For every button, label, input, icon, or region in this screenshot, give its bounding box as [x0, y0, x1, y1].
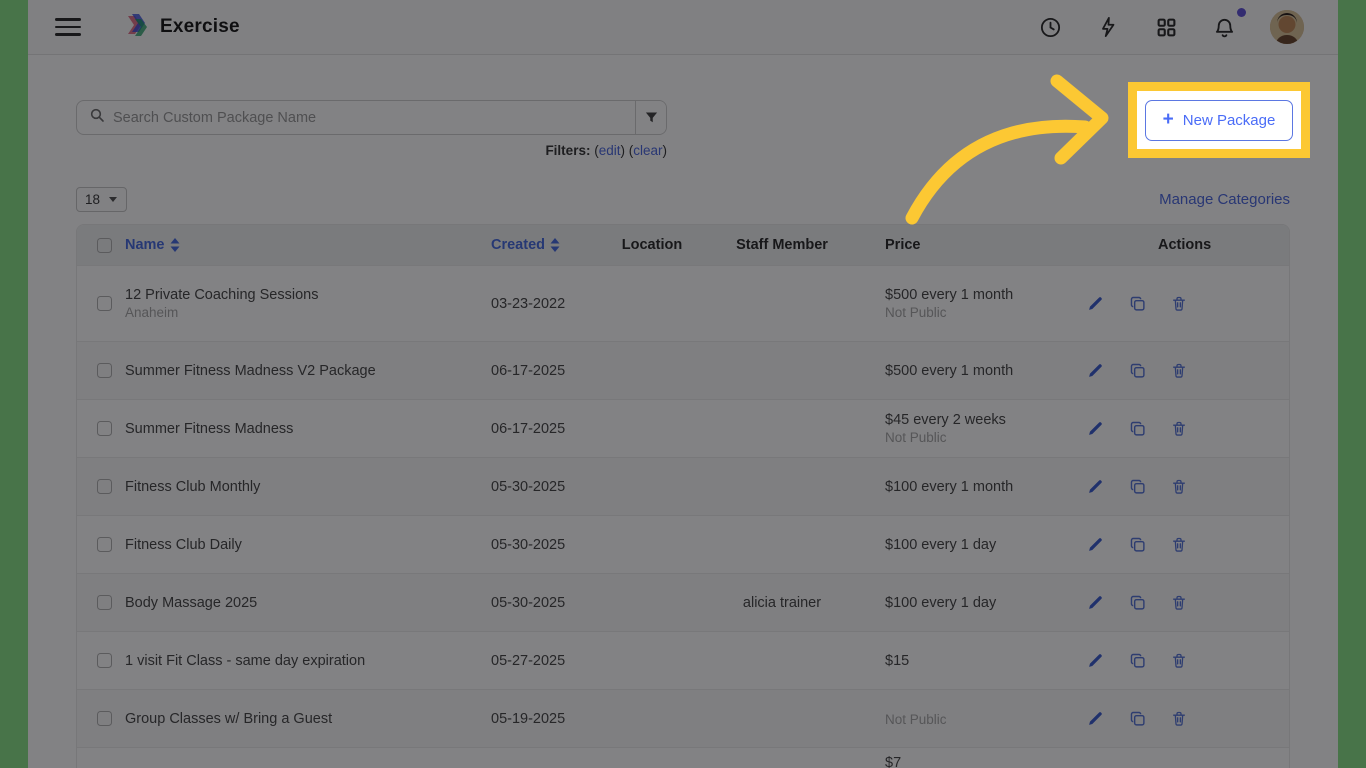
new-package-label: New Package [1182, 111, 1276, 129]
annotation-highlight-box: + New Package [1128, 82, 1310, 158]
plus-icon: + [1162, 108, 1174, 130]
new-package-button[interactable]: + New Package [1145, 99, 1293, 141]
app-page: Exercise Search Custom Package Name Filt… [28, 0, 1338, 768]
